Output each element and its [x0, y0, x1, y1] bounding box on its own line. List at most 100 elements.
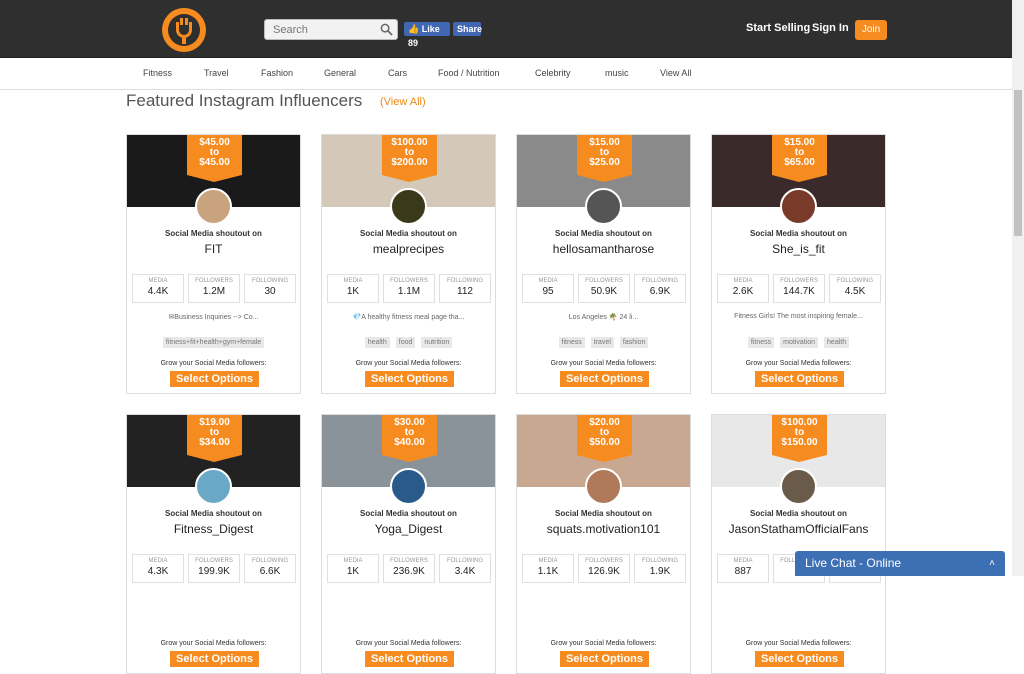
media-stat: MEDIA 4.3K [132, 554, 184, 583]
stats-row: MEDIA 1.1K FOLLOWERS 126.9K FOLLOWING 1.9K [522, 554, 686, 583]
influencer-handle[interactable]: JasonStathamOfficialFans [712, 522, 885, 536]
grow-label: Grow your Social Media followers: [160, 360, 267, 367]
influencer-handle[interactable]: mealprecipes [322, 242, 495, 256]
select-options-button[interactable]: Select Options [755, 371, 844, 387]
select-options-button[interactable]: Select Options [365, 371, 454, 387]
influencer-card[interactable]: $19.00 to $34.00 Social Media shoutout on Fi… [126, 414, 301, 674]
tag[interactable]: nutrition [421, 337, 453, 348]
category-fashion[interactable]: Fashion [261, 68, 293, 78]
facebook-share-button[interactable]: Share [453, 22, 482, 36]
price-to: $50.00 [589, 437, 620, 448]
tag[interactable]: food [395, 337, 416, 348]
grow-label: Grow your Social Media followers: [550, 640, 657, 647]
avatar[interactable] [585, 188, 622, 225]
avatar[interactable] [585, 468, 622, 505]
category-celebrity[interactable]: Celebrity [535, 68, 571, 78]
avatar[interactable] [780, 468, 817, 505]
grow-label: Grow your Social Media followers: [550, 360, 657, 367]
search-icon[interactable] [380, 23, 393, 36]
live-chat-label: Live Chat - Online [805, 556, 902, 570]
influencer-handle[interactable]: Fitness_Digest [127, 522, 300, 536]
category-nav: Fitness Travel Fashion General Cars Food… [0, 58, 1012, 90]
select-options-button[interactable]: Select Options [170, 651, 259, 667]
price-to: $200.00 [391, 157, 428, 168]
shoutout-label: Social Media shoutout on [750, 229, 847, 238]
top-navbar: 👍 Like 89 Share Start Selling Sign In Jo… [0, 0, 1012, 58]
influencer-card[interactable]: $15.00 to $65.00 Social Media shoutout on Sh… [711, 134, 886, 394]
media-stat: MEDIA 1K [327, 554, 379, 583]
thumbs-up-icon: 👍 [408, 24, 420, 34]
select-options-button[interactable]: Select Options [755, 651, 844, 667]
following-stat: FOLLOWING 6.6K [244, 554, 296, 583]
price-badge: $100.00 to $200.00 [382, 135, 437, 182]
following-stat: FOLLOWING 4.5K [829, 274, 881, 303]
influencer-handle[interactable]: hellosamantharose [517, 242, 690, 256]
influencer-card[interactable]: $15.00 to $25.00 Social Media shoutout on he… [516, 134, 691, 394]
sign-in-link[interactable]: Sign In [812, 22, 849, 34]
media-stat: MEDIA 1.1K [522, 554, 574, 583]
influencer-handle[interactable]: squats.motivation101 [517, 522, 690, 536]
avatar[interactable] [780, 188, 817, 225]
page-scrollbar[interactable] [1012, 0, 1024, 576]
select-options-button[interactable]: Select Options [170, 371, 259, 387]
media-stat: MEDIA 2.6K [717, 274, 769, 303]
tag-list: fitness travel fashion [517, 337, 690, 348]
followers-stat: FOLLOWERS 1.1M [383, 274, 435, 303]
tag[interactable]: fitness+fit+health+gym+female [162, 337, 265, 348]
influencer-card[interactable]: $20.00 to $50.00 Social Media shoutout on sq… [516, 414, 691, 674]
tag[interactable]: travel [590, 337, 614, 348]
shoutout-label: Social Media shoutout on [165, 509, 262, 518]
category-music[interactable]: music [605, 68, 629, 78]
tag[interactable]: health [824, 337, 850, 348]
followers-stat: FOLLOWERS 1.2M [188, 274, 240, 303]
avatar[interactable] [195, 188, 232, 225]
influencer-handle[interactable]: FIT [127, 242, 300, 256]
category-travel[interactable]: Travel [204, 68, 229, 78]
live-chat-widget[interactable]: Live Chat - Online ˄ [795, 551, 1005, 576]
select-options-button[interactable]: Select Options [560, 371, 649, 387]
select-options-button[interactable]: Select Options [365, 651, 454, 667]
start-selling-link[interactable]: Start Selling [746, 22, 810, 34]
influencer-handle[interactable]: She_is_fit [712, 242, 885, 256]
influencer-card[interactable]: $45.00 to $45.00 Social Media shoutout on FI… [126, 134, 301, 394]
price-to: $45.00 [199, 157, 230, 168]
facebook-like-button[interactable]: 👍 Like 89 [404, 22, 450, 48]
price-badge: $30.00 to $40.00 [382, 415, 437, 462]
category-general[interactable]: General [324, 68, 356, 78]
influencer-card[interactable]: $100.00 to $200.00 Social Media shoutout on… [321, 134, 496, 394]
influencer-card[interactable]: $100.00 to $150.00 Social Media shoutout on… [711, 414, 886, 674]
shoutout-label: Social Media shoutout on [555, 229, 652, 238]
avatar[interactable] [390, 468, 427, 505]
category-cars[interactable]: Cars [388, 68, 407, 78]
tag[interactable]: fashion [619, 337, 649, 348]
price-badge: $19.00 to $34.00 [187, 415, 242, 462]
category-food-nutrition[interactable]: Food / Nutrition [438, 68, 500, 78]
scrollbar-thumb[interactable] [1014, 90, 1022, 236]
tag[interactable]: fitness [558, 337, 585, 348]
select-options-button[interactable]: Select Options [560, 651, 649, 667]
grow-label: Grow your Social Media followers: [355, 360, 462, 367]
bio-text: 💎A healthy fitness meal page tha... [352, 314, 465, 321]
influencer-card[interactable]: $30.00 to $40.00 Social Media shoutout on Yo… [321, 414, 496, 674]
bio-text: Los Angeles 🌴 24 li... [568, 314, 639, 321]
avatar[interactable] [390, 188, 427, 225]
tag[interactable]: motivation [780, 337, 819, 348]
influencer-handle[interactable]: Yoga_Digest [322, 522, 495, 536]
grow-label: Grow your Social Media followers: [745, 640, 852, 647]
category-fitness[interactable]: Fitness [143, 68, 172, 78]
tag[interactable]: health [364, 337, 390, 348]
site-logo[interactable] [162, 8, 206, 52]
category-view-all[interactable]: View All [660, 68, 691, 78]
stats-row: MEDIA 4.4K FOLLOWERS 1.2M FOLLOWING 30 [132, 274, 296, 303]
price-badge: $100.00 to $150.00 [772, 415, 827, 462]
tag-list: fitness+fit+health+gym+female [127, 337, 300, 348]
shoutout-label: Social Media shoutout on [360, 229, 457, 238]
chevron-up-icon[interactable]: ˄ [989, 551, 995, 576]
tag[interactable]: fitness [747, 337, 775, 348]
followers-stat: FOLLOWERS 144.7K [773, 274, 825, 303]
join-button[interactable]: Join [855, 20, 887, 40]
view-all-link[interactable]: (View All) [380, 96, 426, 108]
grow-label: Grow your Social Media followers: [745, 360, 852, 367]
avatar[interactable] [195, 468, 232, 505]
search-input[interactable] [265, 20, 373, 40]
